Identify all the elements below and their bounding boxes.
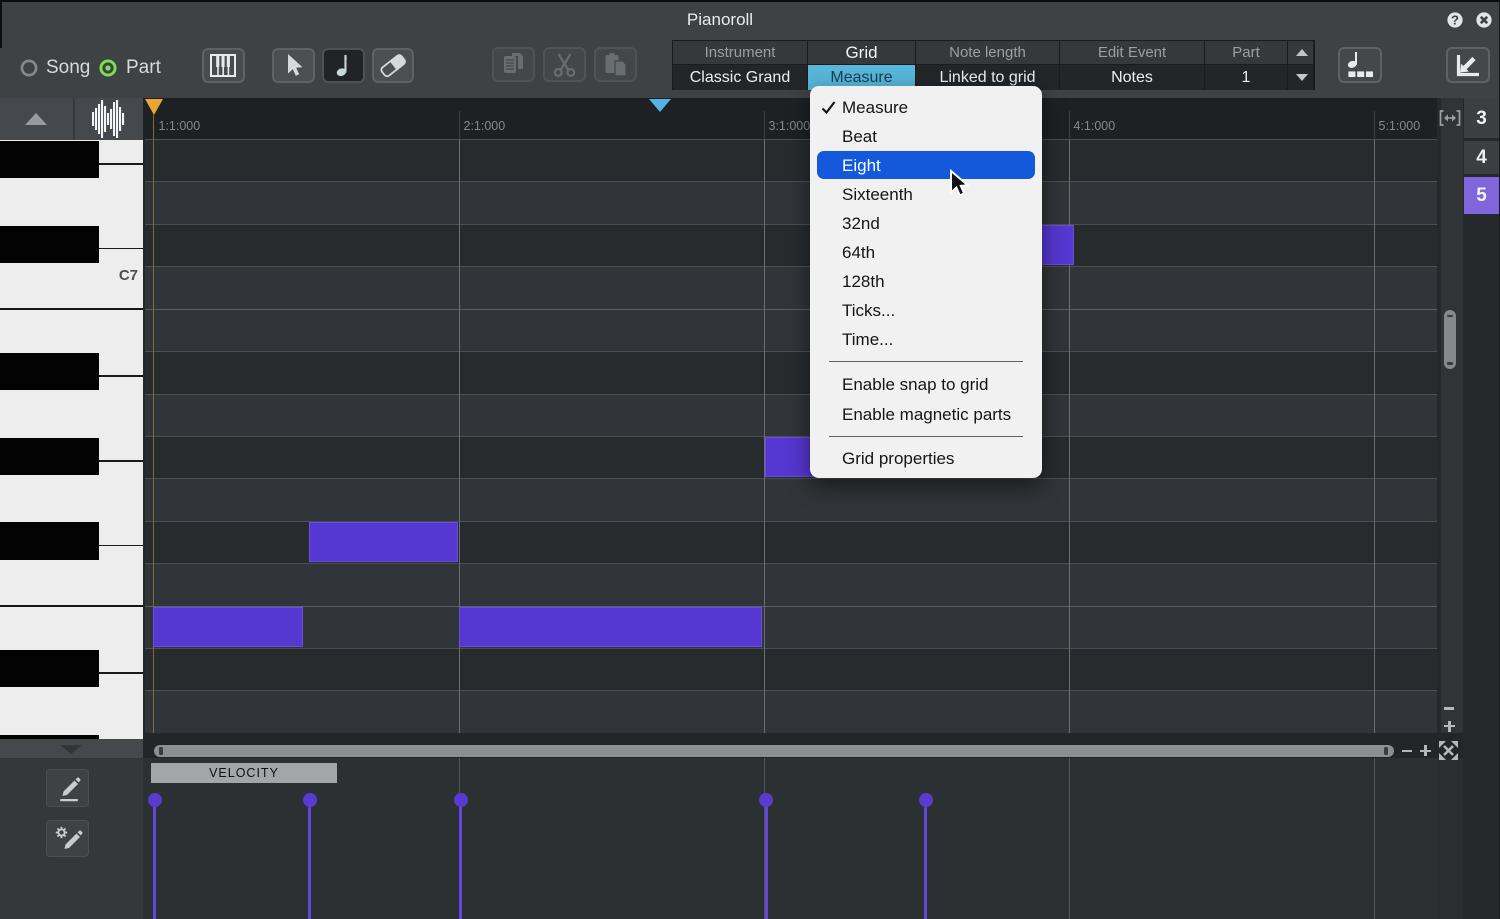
svg-text:?: ?: [1451, 13, 1459, 28]
